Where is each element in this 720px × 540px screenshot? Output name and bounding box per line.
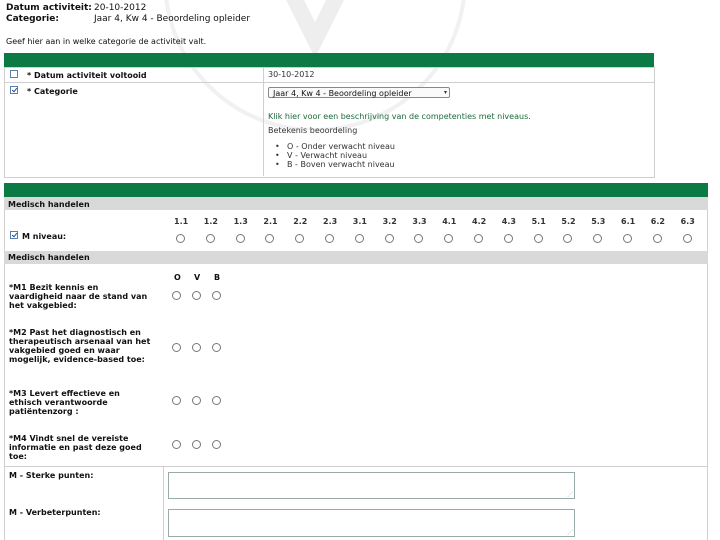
legend-item-o: O - Onder verwacht niveau	[275, 142, 395, 151]
ovb-header-o: O	[174, 273, 181, 282]
question-m2-radio-b[interactable]	[212, 343, 221, 352]
level-radio[interactable]	[503, 234, 513, 243]
question-m1-radio-b[interactable]	[212, 291, 221, 300]
date-activity-label: Datum activiteit:	[6, 3, 92, 13]
level-code-header: 2.3	[323, 217, 338, 226]
level-code-header: 1.2	[203, 217, 218, 226]
question-m3: *M3 Levert effectieve en ethisch verantw…	[9, 389, 120, 416]
level-checkbox[interactable]	[10, 231, 18, 239]
date-completed-checkbox[interactable]	[10, 70, 18, 78]
level-radio[interactable]	[652, 234, 662, 243]
strengths-label: M - Sterke punten:	[9, 471, 94, 480]
improvements-label: M - Verbeterpunten:	[9, 508, 101, 517]
level-code-header: 3.1	[352, 217, 367, 226]
subsection-title-bar	[4, 251, 708, 264]
strengths-textarea[interactable]: ⋰	[168, 472, 575, 499]
question-m4-radio-b[interactable]	[212, 440, 221, 449]
resize-grip-icon: ⋰	[567, 529, 573, 536]
level-code-header: 5.2	[561, 217, 576, 226]
category-header-label: Categorie:	[6, 14, 59, 24]
level-code-header: 2.2	[293, 217, 308, 226]
question-m1-radio-o[interactable]	[172, 291, 181, 300]
question-m3-radio-v[interactable]	[192, 396, 201, 405]
question-m4-radio-v[interactable]	[192, 440, 201, 449]
level-radio[interactable]	[682, 234, 692, 243]
level-code-header: 2.1	[263, 217, 278, 226]
ovb-header-b: B	[214, 273, 221, 282]
level-radio[interactable]	[295, 234, 305, 243]
level-code-header: 1.1	[174, 217, 189, 226]
level-code-header: 5.3	[591, 217, 606, 226]
improvements-textarea[interactable]: ⋰	[168, 509, 575, 537]
level-code-header: 6.1	[621, 217, 636, 226]
level-code-header: 1.3	[233, 217, 248, 226]
level-radio[interactable]	[414, 234, 424, 243]
question-m3-radio-b[interactable]	[212, 396, 221, 405]
level-radio[interactable]	[205, 234, 215, 243]
level-radio[interactable]	[623, 234, 632, 243]
form-header-bar	[4, 53, 654, 67]
level-radio[interactable]	[354, 234, 364, 243]
date-completed-value[interactable]: 30-10-2012	[268, 70, 315, 79]
section-title-bar	[4, 197, 708, 210]
category-select-value: Jaar 4, Kw 4 - Beoordeling opleider	[273, 89, 412, 98]
form-row-divider	[4, 82, 654, 83]
level-label: M niveau:	[22, 232, 67, 241]
question-m3-radio-o[interactable]	[172, 396, 181, 405]
level-radio[interactable]	[325, 234, 334, 243]
level-radio[interactable]	[235, 234, 245, 243]
legend-title: Betekenis beoordeling	[268, 126, 358, 135]
level-radio[interactable]	[265, 234, 275, 243]
ovb-header-v: V	[194, 273, 201, 282]
question-m4: *M4 Vindt snel de vereiste informatie en…	[9, 434, 142, 461]
question-m2-radio-o[interactable]	[172, 343, 181, 352]
level-code-header: 5.1	[531, 217, 546, 226]
dropdown-arrow-icon: ▾	[443, 89, 447, 96]
question-m2: *M2 Past het diagnostisch en therapeutis…	[9, 328, 151, 364]
level-code-header: 3.3	[412, 217, 427, 226]
level-code-header: 3.2	[382, 217, 397, 226]
form-column-divider	[263, 67, 264, 176]
level-code-header: 4.3	[501, 217, 516, 226]
level-code-header: 6.2	[650, 217, 665, 226]
category-label: * Categorie	[27, 87, 78, 96]
resize-grip-icon: ⋰	[567, 491, 573, 498]
date-activity-value: 20-10-2012	[94, 3, 147, 13]
comments-column-divider	[163, 466, 164, 540]
category-header-value: Jaar 4, Kw 4 - Beoordeling opleider	[94, 14, 251, 24]
category-select[interactable]: Jaar 4, Kw 4 - Beoordeling opleider ▾	[268, 87, 450, 98]
question-m4-radio-o[interactable]	[172, 440, 181, 449]
section-title: Medisch handelen	[8, 200, 90, 209]
level-code-header: 6.3	[680, 217, 695, 226]
section-header-bar	[4, 183, 708, 197]
competencies-link[interactable]: Klik hier voor een beschrijving van de c…	[268, 112, 531, 121]
level-code-header: 4.1	[442, 217, 457, 226]
legend-item-v: V - Verwacht niveau	[275, 151, 367, 160]
question-m1-radio-v[interactable]	[192, 291, 201, 300]
level-radio[interactable]	[593, 234, 603, 243]
level-radio[interactable]	[444, 234, 454, 243]
date-completed-label: * Datum activiteit voltooid	[27, 71, 147, 80]
question-m2-radio-v[interactable]	[192, 343, 201, 352]
level-radio[interactable]	[176, 234, 185, 243]
category-checkbox[interactable]	[10, 86, 18, 94]
comments-divider	[4, 466, 708, 467]
level-radio[interactable]	[533, 234, 543, 243]
level-radio[interactable]	[474, 234, 483, 243]
question-m1: *M1 Bezit kennis en vaardigheid naar de …	[9, 283, 148, 310]
subsection-title: Medisch handelen	[8, 253, 90, 262]
level-code-header: 4.2	[472, 217, 487, 226]
level-radio[interactable]	[563, 234, 573, 243]
legend-item-b: B - Boven verwacht niveau	[275, 160, 395, 169]
intro-text: Geef hier aan in welke categorie de acti…	[6, 37, 207, 46]
level-radio[interactable]	[384, 234, 394, 243]
